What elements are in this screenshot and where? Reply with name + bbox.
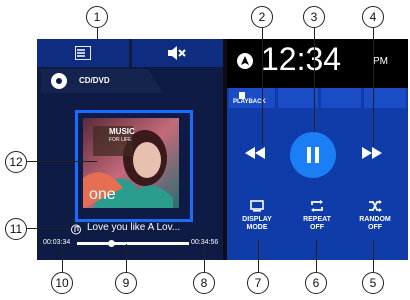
callout-11: 11: [5, 218, 27, 240]
callout-4: 4: [362, 6, 384, 28]
art-text-music: MUSIC: [109, 127, 135, 136]
callout-8: 8: [193, 272, 215, 294]
tab-3[interactable]: [321, 88, 361, 108]
shuffle-icon: [369, 200, 382, 212]
callout-6: 6: [305, 272, 327, 294]
tab-2[interactable]: [278, 88, 318, 108]
repeat-label-2: OFF: [310, 224, 324, 231]
monitor-icon: [250, 200, 264, 212]
pause-button[interactable]: [290, 132, 336, 178]
tab-4[interactable]: [364, 88, 406, 108]
tab-playback-label: PLAYBACK: [233, 99, 266, 105]
disc-icon: [51, 73, 67, 89]
callout-12: 12: [5, 151, 27, 173]
clock-time: 12:34: [261, 41, 342, 77]
mute-icon: [168, 46, 186, 60]
random-label-2: OFF: [368, 224, 382, 231]
callout-3: 3: [303, 6, 325, 28]
callout-2: 2: [251, 6, 273, 28]
list-icon: [75, 46, 91, 60]
clock-ampm: PM: [373, 56, 388, 67]
menu-button[interactable]: [37, 39, 129, 67]
display-mode-label-2: MODE: [246, 224, 268, 231]
repeat-icon: [311, 200, 323, 212]
navigation-icon[interactable]: [237, 53, 253, 69]
art-text-one: one: [89, 186, 116, 203]
mute-button[interactable]: [132, 39, 223, 67]
source-label: CD/DVD: [79, 76, 110, 85]
total-time: 00:34:56: [191, 239, 219, 246]
callout-5: 5: [362, 272, 384, 294]
rewind-icon[interactable]: [245, 147, 265, 159]
pause-icon: [307, 147, 311, 163]
callout-10: 10: [51, 272, 73, 294]
display-mode-button[interactable]: DISPLAY MODE: [236, 196, 278, 232]
callout-1: 1: [86, 6, 108, 28]
tab-icon: [239, 92, 245, 99]
callout-9: 9: [115, 272, 137, 294]
tab-playback[interactable]: PLAYBACK: [229, 88, 275, 108]
music-note-icon: [71, 224, 81, 235]
random-button[interactable]: RANDOM OFF: [354, 196, 396, 232]
album-art: MUSIC FOR LIFE one: [83, 118, 179, 208]
repeat-button[interactable]: REPEAT OFF: [296, 196, 338, 232]
track-title: Love you like A Lov...: [87, 222, 181, 233]
progress-fill: [77, 242, 111, 245]
art-text-forlife: FOR LIFE: [109, 137, 132, 143]
elapsed-time: 00:03:34: [43, 239, 71, 246]
progress-handle[interactable]: [107, 240, 115, 247]
callout-7: 7: [247, 272, 269, 294]
fast-forward-icon[interactable]: [362, 147, 382, 159]
progress-track[interactable]: [77, 240, 189, 247]
